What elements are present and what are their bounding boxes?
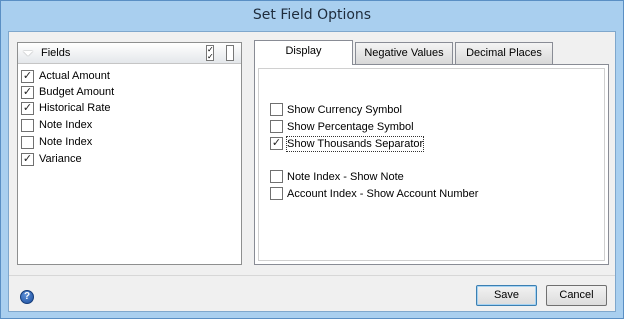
field-checkbox-historical-rate[interactable]: ✓ xyxy=(21,102,34,115)
checkbox-note-index-show-note[interactable] xyxy=(270,170,283,183)
option-label: Note Index - Show Note xyxy=(287,171,404,183)
option-label: Show Currency Symbol xyxy=(287,104,402,116)
field-label: Variance xyxy=(39,153,82,165)
tab-negative-values[interactable]: Negative Values xyxy=(355,42,453,64)
option-label: Account Index - Show Account Number xyxy=(287,188,479,200)
window-title: Set Field Options xyxy=(252,7,372,23)
set-field-options-window: Set Field Options Fields ✓ ✓ ✓ Actual Amo… xyxy=(0,0,624,319)
cancel-button[interactable]: Cancel xyxy=(546,285,607,306)
display-tab-panel: Show Currency Symbol Show Percentage Sym… xyxy=(254,64,609,265)
option-label: Show Percentage Symbol xyxy=(287,121,414,133)
save-button[interactable]: Save xyxy=(476,285,537,306)
field-label: Note Index xyxy=(39,136,93,148)
dialog-client-area: Fields ✓ ✓ ✓ Actual Amount ✓ Budget Amoun… xyxy=(8,31,616,312)
tab-decimal-places[interactable]: Decimal Places xyxy=(455,42,553,64)
checkbox-show-currency-symbol[interactable] xyxy=(270,103,283,116)
option-label: Show Thousands Separator xyxy=(285,136,425,152)
display-options-group: Show Currency Symbol Show Percentage Sym… xyxy=(258,68,605,261)
collapse-arrow-icon[interactable] xyxy=(23,51,33,56)
fields-header: Fields ✓ ✓ xyxy=(18,43,241,64)
footer-divider xyxy=(9,275,615,276)
checkbox-show-percentage-symbol[interactable] xyxy=(270,120,283,133)
uncheck-all-icon[interactable] xyxy=(226,45,234,61)
fields-header-label: Fields xyxy=(41,47,71,59)
checkbox-account-index-show-account-number[interactable] xyxy=(270,187,283,200)
tab-display[interactable]: Display xyxy=(254,40,353,65)
field-label: Historical Rate xyxy=(39,102,111,114)
field-checkbox-variance[interactable]: ✓ xyxy=(21,153,34,166)
field-checkbox-budget-amount[interactable]: ✓ xyxy=(21,86,34,99)
field-checkbox-note-index-1[interactable] xyxy=(21,119,34,132)
help-icon[interactable]: ? xyxy=(20,290,34,304)
field-checkbox-note-index-2[interactable] xyxy=(21,136,34,149)
field-label: Note Index xyxy=(39,119,93,131)
checkbox-show-thousands-separator[interactable]: ✓ xyxy=(270,137,283,150)
field-label: Budget Amount xyxy=(39,86,115,98)
field-label: Actual Amount xyxy=(39,70,110,82)
check-all-icon[interactable]: ✓ ✓ xyxy=(206,45,214,61)
fields-list-panel: Fields ✓ ✓ ✓ Actual Amount ✓ Budget Amoun… xyxy=(17,42,242,265)
field-checkbox-actual-amount[interactable]: ✓ xyxy=(21,70,34,83)
